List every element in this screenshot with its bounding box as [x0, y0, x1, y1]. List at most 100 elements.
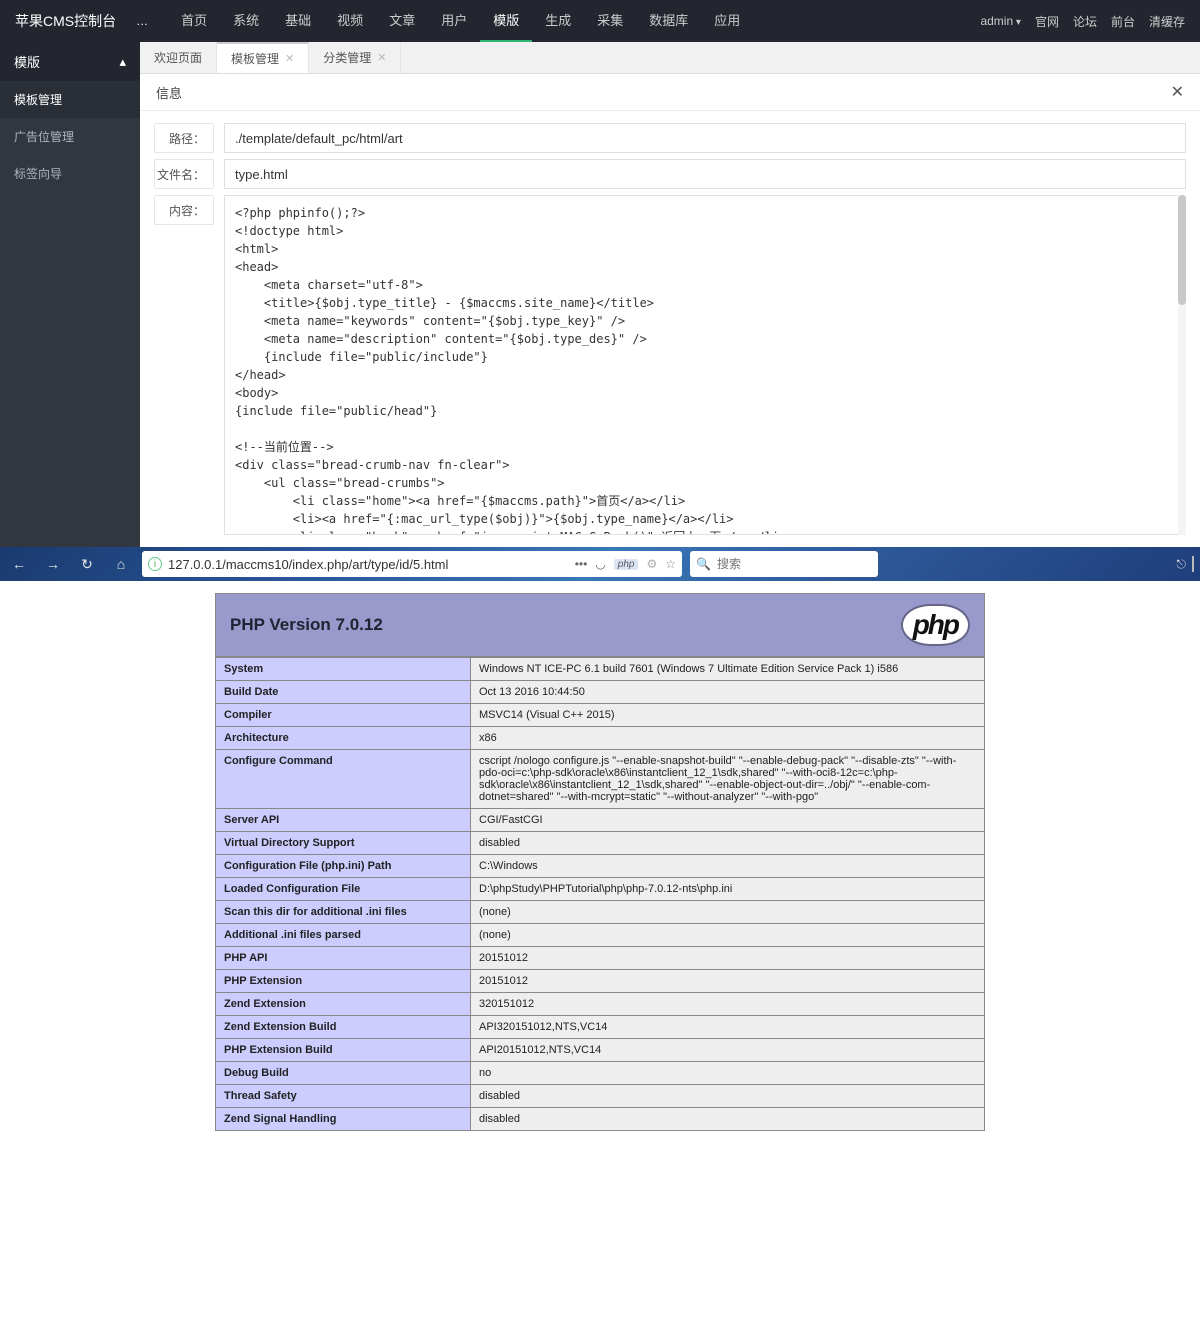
- shield-icon[interactable]: ◡: [595, 557, 605, 571]
- phpinfo-value: CGI/FastCGI: [471, 809, 985, 832]
- topnav-item-8[interactable]: 采集: [584, 0, 636, 42]
- topnav-item-3[interactable]: 视频: [324, 0, 376, 42]
- phpinfo-key: Virtual Directory Support: [216, 832, 471, 855]
- panel-title: 信息: [156, 83, 182, 102]
- path-label: 路径：: [154, 123, 214, 153]
- search-bar: 🔍: [690, 551, 878, 577]
- phpinfo-key: System: [216, 658, 471, 681]
- phpinfo-key: Thread Safety: [216, 1085, 471, 1108]
- tab-close-icon[interactable]: ✕: [285, 43, 294, 75]
- tab-0[interactable]: 欢迎页面: [140, 42, 217, 73]
- phpinfo-key: Compiler: [216, 704, 471, 727]
- phpinfo-value: 20151012: [471, 947, 985, 970]
- phpinfo-key: Server API: [216, 809, 471, 832]
- more-ellipsis[interactable]: …: [136, 14, 148, 28]
- topnav-item-2[interactable]: 基础: [272, 0, 324, 42]
- topnav-item-6[interactable]: 模版: [480, 0, 532, 42]
- phpinfo-key: PHP Extension: [216, 970, 471, 993]
- back-button[interactable]: ←: [6, 551, 32, 577]
- phpinfo-value: 320151012: [471, 993, 985, 1016]
- library-icon[interactable]: ⎋: [1177, 557, 1187, 572]
- top-bar: 苹果CMS控制台 … 首页系统基础视频文章用户模版生成采集数据库应用 admin…: [0, 0, 1200, 42]
- content-textarea[interactable]: [224, 195, 1186, 535]
- scrollbar-thumb[interactable]: [1178, 195, 1186, 305]
- info-icon[interactable]: i: [148, 557, 162, 571]
- phpinfo-row: Zend Extension BuildAPI320151012,NTS,VC1…: [216, 1016, 985, 1039]
- phpinfo-value: (none): [471, 924, 985, 947]
- sidebar-header-label: 模版: [14, 52, 40, 71]
- phpinfo-row: SystemWindows NT ICE-PC 6.1 build 7601 (…: [216, 658, 985, 681]
- php-badge-icon: php: [614, 559, 639, 570]
- topnav-item-7[interactable]: 生成: [532, 0, 584, 42]
- tab-close-icon[interactable]: ✕: [377, 42, 386, 74]
- phpinfo-row: Virtual Directory Supportdisabled: [216, 832, 985, 855]
- urlbar-icons: ••• ◡ php ⚙ ☆: [575, 557, 676, 571]
- phpinfo-row: Build DateOct 13 2016 10:44:50: [216, 681, 985, 704]
- phpinfo-row: Configuration File (php.ini) PathC:\Wind…: [216, 855, 985, 878]
- tab-2[interactable]: 分类管理✕: [309, 42, 401, 73]
- phpinfo-value: 20151012: [471, 970, 985, 993]
- sidebar-item-0[interactable]: 模板管理: [0, 81, 140, 118]
- sidebar-item-2[interactable]: 标签向导: [0, 155, 140, 192]
- top-right: admin 官网 论坛 前台 清缓存: [980, 13, 1185, 30]
- phpinfo-key: Zend Extension Build: [216, 1016, 471, 1039]
- sidebar-toggle-icon[interactable]: [1192, 557, 1194, 572]
- phpinfo-value: D:\phpStudy\PHPTutorial\php\php-7.0.12-n…: [471, 878, 985, 901]
- phpinfo-key: PHP Extension Build: [216, 1039, 471, 1062]
- star-icon[interactable]: ☆: [665, 557, 676, 571]
- template-form: 路径： 文件名： 内容：: [140, 111, 1200, 547]
- phpinfo-value: API320151012,NTS,VC14: [471, 1016, 985, 1039]
- phpinfo-value: C:\Windows: [471, 855, 985, 878]
- phpinfo-value: API20151012,NTS,VC14: [471, 1039, 985, 1062]
- phpinfo-value: cscript /nologo configure.js "--enable-s…: [471, 750, 985, 809]
- topnav-item-10[interactable]: 应用: [701, 0, 753, 42]
- more-dots-icon[interactable]: •••: [575, 557, 588, 571]
- sidebar-header[interactable]: 模版 ▴: [0, 42, 140, 81]
- topnav-item-9[interactable]: 数据库: [636, 0, 701, 42]
- tab-label: 分类管理: [323, 42, 371, 74]
- top-nav: 首页系统基础视频文章用户模版生成采集数据库应用: [168, 0, 980, 42]
- home-button[interactable]: ⌂: [108, 551, 134, 577]
- url-input[interactable]: [168, 557, 569, 572]
- topnav-item-4[interactable]: 文章: [376, 0, 428, 42]
- url-bar: i ••• ◡ php ⚙ ☆: [142, 551, 682, 577]
- phpinfo-row: Scan this dir for additional .ini files(…: [216, 901, 985, 924]
- search-icon: 🔍: [696, 557, 711, 571]
- phpinfo-key: Scan this dir for additional .ini files: [216, 901, 471, 924]
- tab-label: 模板管理: [231, 43, 279, 75]
- chevron-up-icon: ▴: [119, 54, 126, 70]
- close-icon[interactable]: ✕: [1171, 82, 1184, 102]
- phpinfo-value: Oct 13 2016 10:44:50: [471, 681, 985, 704]
- phpinfo-row: Server APICGI/FastCGI: [216, 809, 985, 832]
- sidebar-item-1[interactable]: 广告位管理: [0, 118, 140, 155]
- topnav-item-5[interactable]: 用户: [428, 0, 480, 42]
- panel-title-bar: 信息 ✕: [140, 74, 1200, 111]
- forward-button[interactable]: →: [40, 551, 66, 577]
- sidebar: 模版 ▴ 模板管理广告位管理标签向导: [0, 42, 140, 547]
- topnav-item-0[interactable]: 首页: [168, 0, 220, 42]
- filename-input[interactable]: [224, 159, 1186, 189]
- path-input[interactable]: [224, 123, 1186, 153]
- scrollbar-track[interactable]: [1178, 195, 1186, 535]
- phpinfo-key: PHP API: [216, 947, 471, 970]
- phpinfo-body: SystemWindows NT ICE-PC 6.1 build 7601 (…: [215, 657, 985, 1131]
- link-clear-cache[interactable]: 清缓存: [1149, 13, 1185, 30]
- phpinfo-key: Debug Build: [216, 1062, 471, 1085]
- reload-button[interactable]: ↻: [74, 551, 100, 577]
- admin-dropdown[interactable]: admin: [980, 14, 1021, 28]
- phpinfo-row: PHP API20151012: [216, 947, 985, 970]
- php-logo: php: [901, 604, 970, 646]
- link-forum[interactable]: 论坛: [1073, 13, 1097, 30]
- topnav-item-1[interactable]: 系统: [220, 0, 272, 42]
- gear-icon[interactable]: ⚙: [646, 557, 657, 571]
- phpinfo-value: x86: [471, 727, 985, 750]
- phpinfo-key: Additional .ini files parsed: [216, 924, 471, 947]
- phpinfo-key: Zend Signal Handling: [216, 1108, 471, 1131]
- link-front[interactable]: 前台: [1111, 13, 1135, 30]
- link-official[interactable]: 官网: [1035, 13, 1059, 30]
- phpinfo-row: Debug Buildno: [216, 1062, 985, 1085]
- browser-toolbar: ← → ↻ ⌂ i ••• ◡ php ⚙ ☆ 🔍 ⎋: [0, 547, 1200, 581]
- phpinfo-key: Configuration File (php.ini) Path: [216, 855, 471, 878]
- tab-1[interactable]: 模板管理✕: [217, 42, 309, 73]
- search-input[interactable]: [717, 557, 872, 571]
